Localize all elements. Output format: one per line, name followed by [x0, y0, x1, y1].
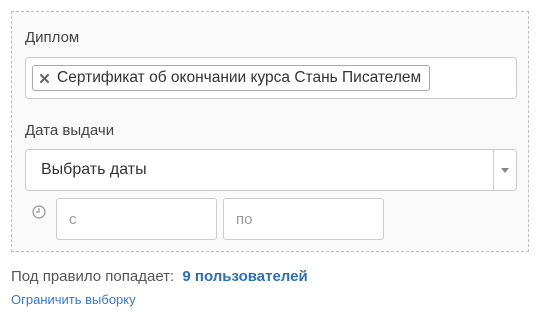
issue-date-select[interactable]: Выбрать даты: [25, 149, 517, 191]
selected-tag-label: Сертификат об окончании курса Стань Писа…: [57, 69, 422, 86]
date-to-input[interactable]: [223, 198, 384, 240]
rule-summary: Под правило попадает: 9 пользователей: [11, 268, 308, 285]
clock-icon: [32, 205, 46, 219]
caret-down-icon[interactable]: [494, 150, 516, 190]
diploma-label: Диплом: [25, 29, 80, 46]
issue-date-select-value: Выбрать даты: [41, 161, 147, 178]
selected-tag: Сертификат об окончании курса Стань Писа…: [32, 65, 431, 91]
date-from-input[interactable]: [56, 198, 217, 240]
limit-selection-link[interactable]: Ограничить выборку: [11, 292, 136, 307]
issue-date-label: Дата выдачи: [25, 122, 115, 139]
close-icon[interactable]: [37, 71, 51, 85]
users-count-link[interactable]: 9 пользователей: [182, 268, 307, 285]
diploma-multiselect[interactable]: Сертификат об окончании курса Стань Писа…: [25, 57, 517, 99]
summary-prefix: Под правило попадает:: [11, 268, 175, 285]
filter-panel: Диплом Сертификат об окончании курса Ста…: [11, 11, 529, 252]
